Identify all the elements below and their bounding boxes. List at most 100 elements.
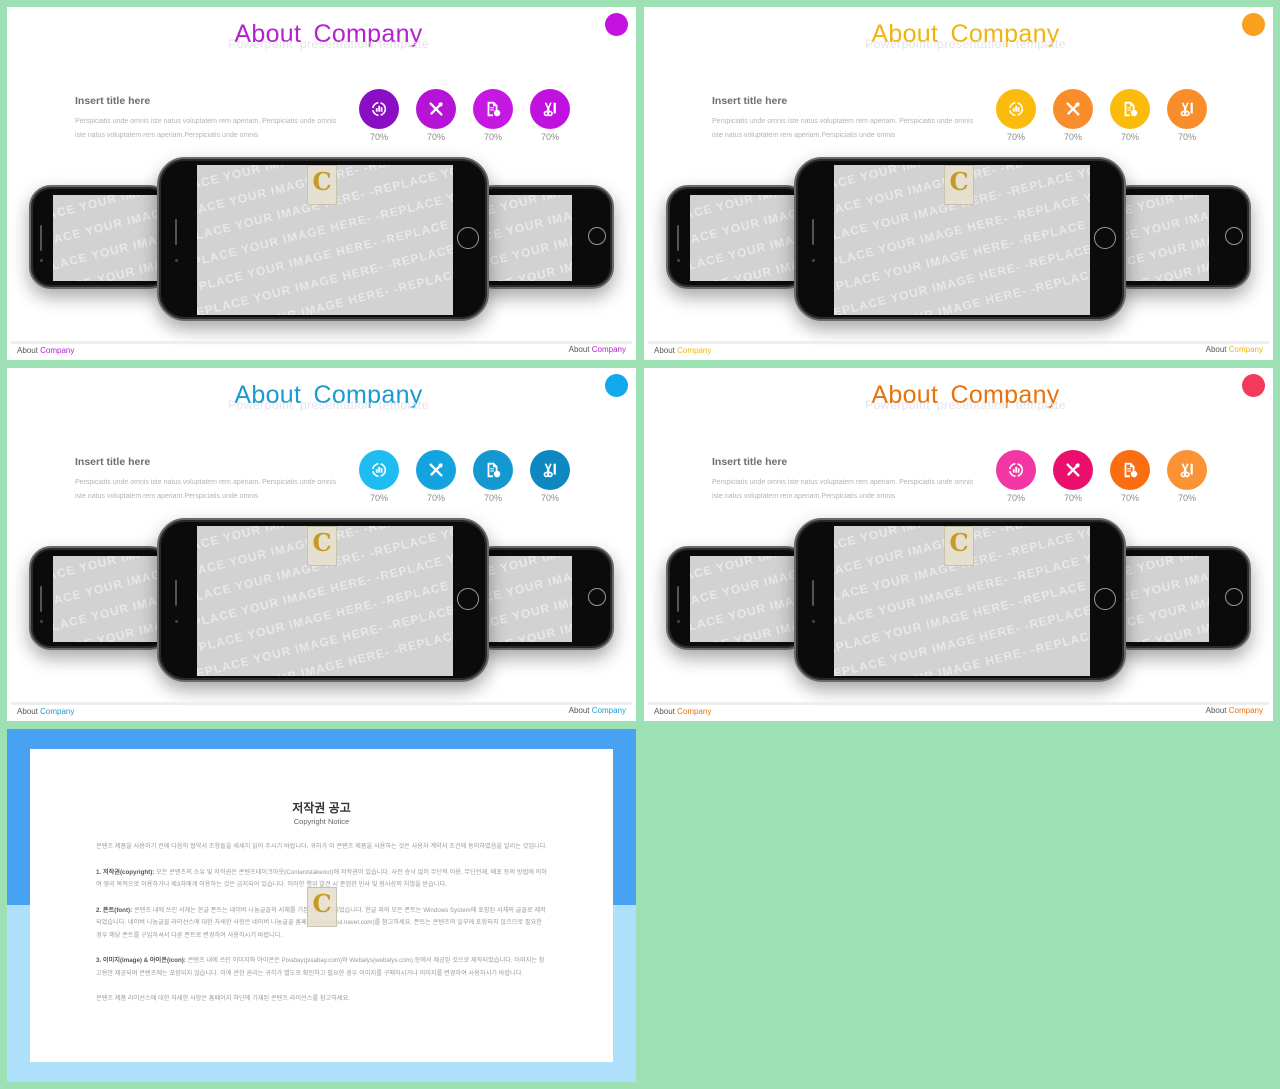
phone-mockups: -REPLACE YOUR IMAGE HERE- -REPLACE YOUR … (666, 518, 1251, 686)
notice-title: 저작권 공고 (292, 801, 351, 815)
accent-dot (605, 13, 628, 36)
chart-cycle-icon (359, 450, 399, 490)
footer-about: About (654, 707, 675, 716)
copyright-notice-slide[interactable]: 저작권 공고 Copyright Notice 콘텐츠 제품을 사용하기 전에 … (7, 729, 636, 1082)
phone-left: -REPLACE YOUR IMAGE HERE- -REPLACE YOUR … (666, 185, 808, 289)
phone-speaker (40, 586, 42, 612)
phone-camera (40, 620, 43, 623)
footer-right: About Company (1206, 345, 1263, 354)
icon-percent: 70% (1120, 493, 1139, 503)
phone-left: -REPLACE YOUR IMAGE HERE- -REPLACE YOUR … (29, 185, 171, 289)
phone-camera (812, 259, 815, 262)
phone-right: -REPLACE YOUR IMAGE HERE- -REPLACE YOUR … (1109, 546, 1251, 650)
footer-company: Company (591, 706, 626, 715)
footer-company: Company (677, 707, 712, 716)
phone-speaker (175, 219, 177, 245)
footer-company: Company (40, 707, 75, 716)
notice-closing: 콘텐츠 제품 라이선스에 대한 자세한 사항은 홈페이지 하단에 기재된 콘텐츠… (96, 995, 351, 1002)
logo-letter: C (312, 528, 332, 557)
icon-percent: 70% (426, 132, 445, 142)
image-placeholder[interactable]: -REPLACE YOUR IMAGE HERE- -REPLACE YOUR … (53, 556, 171, 642)
notice-item-label: 3. 이미지(image) & 아이콘(icon): (96, 957, 186, 964)
image-placeholder[interactable]: -REPLACE YOUR IMAGE HERE- -REPLACE YOUR … (197, 165, 453, 315)
icon-percent: 70% (1177, 493, 1196, 503)
icon-item: 70% (473, 89, 513, 142)
footer-about: About (1205, 345, 1227, 354)
image-placeholder[interactable]: -REPLACE YOUR IMAGE HERE- -REPLACE YOUR … (53, 195, 171, 281)
block-title: Insert title here (712, 95, 788, 107)
slide-subtitle: Powerpoint presentation template (865, 37, 1066, 51)
block-body: Perspiciatis unde omnis iste natus volup… (75, 479, 337, 500)
footer-left: About Company (17, 707, 74, 716)
icon-percent: 70% (540, 132, 559, 142)
footer-company: Company (40, 346, 75, 355)
slide-2[interactable]: About Company Powerpoint presentation te… (644, 7, 1273, 360)
footer-about: About (17, 346, 38, 355)
image-placeholder[interactable]: -REPLACE YOUR IMAGE HERE- -REPLACE YOUR … (834, 526, 1090, 676)
icon-item: 70% (416, 450, 456, 503)
tools-icon (416, 89, 456, 129)
image-placeholder[interactable]: -REPLACE YOUR IMAGE HERE- -REPLACE YOUR … (197, 526, 453, 676)
icon-percent: 70% (1006, 132, 1025, 142)
slide-4[interactable]: About Company Powerpoint presentation te… (644, 368, 1273, 721)
icon-item: 70% (359, 89, 399, 142)
slide-3[interactable]: About Company Powerpoint presentation te… (7, 368, 636, 721)
icon-percent: 70% (540, 493, 559, 503)
block-body: Perspiciatis unde omnis iste natus volup… (75, 118, 337, 139)
image-placeholder[interactable]: -REPLACE YOUR IMAGE HERE- -REPLACE YOUR … (834, 165, 1090, 315)
icon-item: 70% (473, 450, 513, 503)
phone-camera (812, 620, 815, 623)
block-title: Insert title here (75, 456, 151, 468)
footer-left: About Company (17, 346, 74, 355)
accent-dot (605, 374, 628, 397)
footer-right: About Company (1206, 706, 1263, 715)
home-button (1225, 227, 1243, 245)
notice-item-text: 모든 콘텐츠의 소유 및 저작권은 콘텐츠테이크아웃(Contentstakeo… (96, 868, 548, 889)
footer-divider (11, 702, 632, 705)
logo-badge: C (307, 526, 337, 566)
slide-1[interactable]: About Company Powerpoint presentation te… (7, 7, 636, 360)
notice-item-image-icon: 3. 이미지(image) & 아이콘(icon): 콘텐츠 내에 쓰인 이미지… (96, 955, 548, 980)
phone-camera (175, 259, 178, 262)
logo-letter: C (949, 167, 969, 196)
home-button (588, 227, 606, 245)
phone-right: -REPLACE YOUR IMAGE HERE- -REPLACE YOUR … (1109, 185, 1251, 289)
phone-mockups: -REPLACE YOUR IMAGE HERE- -REPLACE YOUR … (666, 157, 1251, 325)
tools-icon (1053, 89, 1093, 129)
phone-center: -REPLACE YOUR IMAGE HERE- -REPLACE YOUR … (157, 157, 489, 321)
icon-item: 70% (530, 89, 570, 142)
phone-camera (175, 620, 178, 623)
phone-center: -REPLACE YOUR IMAGE HERE- -REPLACE YOUR … (794, 518, 1126, 682)
icon-percent: 70% (483, 132, 502, 142)
footer-divider (11, 341, 632, 344)
slide-subtitle: Powerpoint presentation template (865, 398, 1066, 412)
icon-percent: 70% (1006, 493, 1025, 503)
phone-camera (677, 259, 680, 262)
phone-speaker (677, 225, 679, 251)
image-placeholder[interactable]: -REPLACE YOUR IMAGE HERE- -REPLACE YOUR … (690, 195, 808, 281)
notice-body: 콘텐츠 제품을 사용하기 전에 다음의 협약서 조항들을 세세히 읽어 주시기 … (96, 841, 548, 1019)
icon-row: 70% 70% 70% 70% (359, 450, 570, 503)
icon-item: 70% (359, 450, 399, 503)
watermark-text: -REPLACE YOUR IMAGE HERE- -REPLACE YOUR … (690, 195, 808, 281)
home-button (457, 588, 479, 610)
notice-card: 저작권 공고 Copyright Notice 콘텐츠 제품을 사용하기 전에 … (30, 749, 613, 1062)
phone-speaker (40, 225, 42, 251)
icon-item: 70% (996, 89, 1036, 142)
footer-company: Company (677, 346, 712, 355)
footer-right: About Company (569, 706, 626, 715)
footer-company: Company (1228, 706, 1263, 715)
footer-divider (648, 341, 1269, 344)
phone-speaker (175, 580, 177, 606)
tools-icon (416, 450, 456, 490)
footer-divider (648, 702, 1269, 705)
image-placeholder[interactable]: -REPLACE YOUR IMAGE HERE- -REPLACE YOUR … (690, 556, 808, 642)
icon-item: 70% (996, 450, 1036, 503)
notice-item-label: 2. 폰트(font): (96, 906, 133, 914)
scissors-icon (1167, 89, 1207, 129)
logo-letter: C (312, 167, 332, 196)
phone-center: -REPLACE YOUR IMAGE HERE- -REPLACE YOUR … (157, 518, 489, 682)
icon-item: 70% (1053, 450, 1093, 503)
watermark-text: -REPLACE YOUR IMAGE HERE- -REPLACE YOUR … (53, 195, 171, 281)
document-globe-icon (1110, 89, 1150, 129)
